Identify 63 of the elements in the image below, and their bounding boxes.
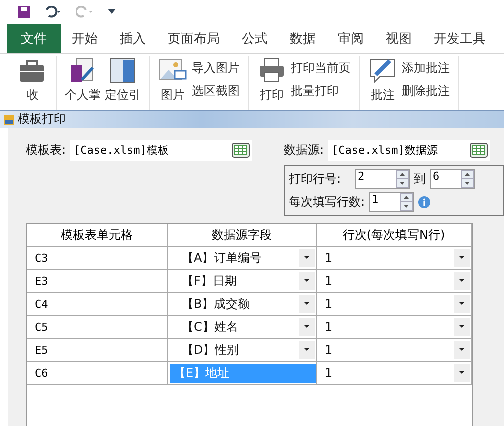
to-row-spinner[interactable]: 6 [430,169,476,189]
from-row-spinner[interactable]: 2 [355,169,410,189]
ribbon-tab[interactable]: 数据 [279,24,327,53]
ribbon-command[interactable]: 导入图片 [192,60,240,77]
ribbon-tab[interactable]: 审阅 [327,24,375,53]
rows-per-fill-spinner[interactable]: 1 [369,192,414,212]
ribbon-button[interactable]: 个人掌 [65,56,101,104]
save-icon[interactable] [18,6,30,18]
table-cell: E5 [27,339,168,362]
field-label: 数据源: [284,142,324,159]
table-cell: C4 [27,293,168,316]
column-header: 模板表单元格 [27,224,168,247]
field-dropdown[interactable]: 【A】订单编号 [168,247,317,270]
line-dropdown[interactable]: 1 [317,339,472,362]
field-label: 到 [414,170,426,188]
line-dropdown[interactable]: 1 [317,362,472,385]
table-cell: C3 [27,247,168,270]
field-dropdown[interactable]: 【F】日期 [168,270,317,293]
ribbon-command[interactable]: 添加批注 [402,60,450,77]
panel-icon [108,56,138,86]
table-cell: E3 [27,270,168,293]
ribbon-tab[interactable]: 开发工具 [423,24,497,53]
line-dropdown[interactable]: 1 [317,247,472,270]
ribbon-command[interactable]: 打印当前页 [291,60,351,77]
field-label: 每次填写行数: [289,194,366,210]
spinner-buttons[interactable] [396,170,410,188]
ribbon-button[interactable]: 打印 [257,56,287,104]
ribbon-tab[interactable]: 开始 [61,24,109,53]
table-cell: C5 [27,316,168,339]
column-header: 数据源字段 [168,224,317,247]
spinner-buttons[interactable] [461,170,474,188]
column-header: 行次(每次填写N行) [317,224,472,247]
info-icon[interactable] [418,196,432,208]
window-icon [4,114,14,124]
field-label: 打印行号: [289,170,342,188]
spinner-buttons[interactable] [400,193,414,211]
table-cell: C6 [27,362,168,385]
ribbon-tab[interactable]: 文件 [7,24,61,53]
ribbon-command[interactable]: 删除批注 [402,83,450,100]
ribbon-tab[interactable]: 视图 [375,24,423,53]
undo-icon[interactable] [44,6,62,18]
line-dropdown[interactable]: 1 [317,293,472,316]
ribbon-command[interactable]: 选区截图 [192,83,240,100]
ribbon-tab[interactable]: 公式 [231,24,279,53]
ribbon-tab[interactable]: 插入 [109,24,157,53]
sheet-picker-icon[interactable] [470,143,488,158]
sheet-picker-icon[interactable] [232,143,250,158]
field-dropdown[interactable]: 【D】性别 [168,339,317,362]
ribbon-button[interactable]: 收 [18,56,48,104]
caret-icon[interactable] [108,9,116,15]
line-dropdown[interactable]: 1 [317,270,472,293]
line-dropdown[interactable]: 1 [317,316,472,339]
dialog-title: 模板打印 [18,111,66,128]
ribbon-command[interactable]: 批量打印 [291,83,351,100]
ribbon-button[interactable]: 定位引 [105,56,141,104]
field-dropdown[interactable]: 【B】成交额 [168,293,317,316]
field-label: 模板表: [26,142,66,159]
field-dropdown[interactable]: 【C】姓名 [168,316,317,339]
template-field[interactable]: [Case.xlsm]模板 [70,140,252,161]
ribbon-button[interactable]: 批注 [368,56,398,104]
source-field[interactable]: [Case.xlsm]数据源 [328,140,490,161]
ribbon-button[interactable]: 图片 [158,56,188,104]
ribbon-tab[interactable]: 页面布局 [157,24,231,53]
